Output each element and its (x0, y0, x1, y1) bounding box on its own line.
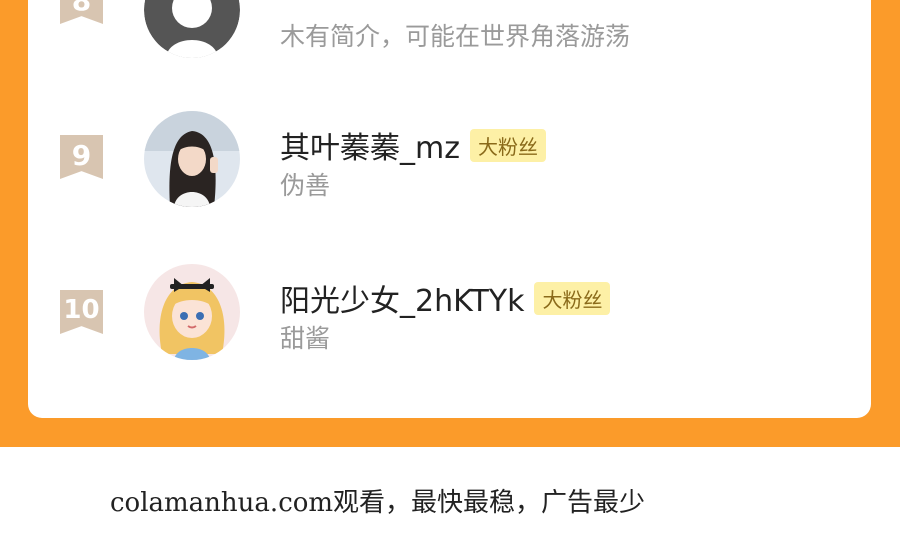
fan-level-badge: 大粉丝 (469, 128, 546, 162)
user-name[interactable]: 其叶蓁蓁_mz (280, 123, 460, 167)
user-avatar[interactable] (144, 264, 240, 360)
cartoon-girl-avatar-icon (144, 264, 240, 360)
rank-badge: 10 (60, 290, 103, 334)
footer-text: colamanhua.com观看，最快最稳，广告最少 (110, 488, 646, 518)
user-intro: 甜酱 (280, 324, 331, 353)
user-avatar[interactable] (144, 111, 240, 207)
user-name-line: 阳光少女_2hKTYk 大粉丝 (280, 276, 611, 320)
user-name-line: 其叶蓁蓁_mz 大粉丝 (280, 123, 546, 167)
rank-number: 8 (71, 0, 92, 17)
list-item[interactable]: 8 木有简介，可能在世界角落游荡 (28, 0, 871, 80)
user-intro: 伪善 (280, 171, 331, 200)
rank-badge: 9 (60, 135, 103, 179)
rank-badge: 8 (60, 0, 103, 24)
rank-number: 10 (63, 295, 100, 325)
fan-ranking-card: 8 木有简介，可能在世界角落游荡 9 其叶蓁蓁_mz 大粉丝 伪善 10 阳光少… (28, 0, 871, 418)
rank-number: 9 (71, 138, 92, 172)
default-avatar-icon[interactable] (144, 0, 240, 58)
list-item[interactable]: 9 其叶蓁蓁_mz 大粉丝 伪善 (28, 111, 871, 211)
fan-level-badge: 大粉丝 (534, 281, 611, 315)
user-photo-icon (144, 111, 240, 207)
user-name[interactable]: 阳光少女_2hKTYk (280, 276, 524, 320)
user-intro: 木有简介，可能在世界角落游荡 (280, 22, 631, 51)
list-item[interactable]: 10 阳光少女_2hKTYk 大粉丝 甜酱 (28, 264, 871, 364)
